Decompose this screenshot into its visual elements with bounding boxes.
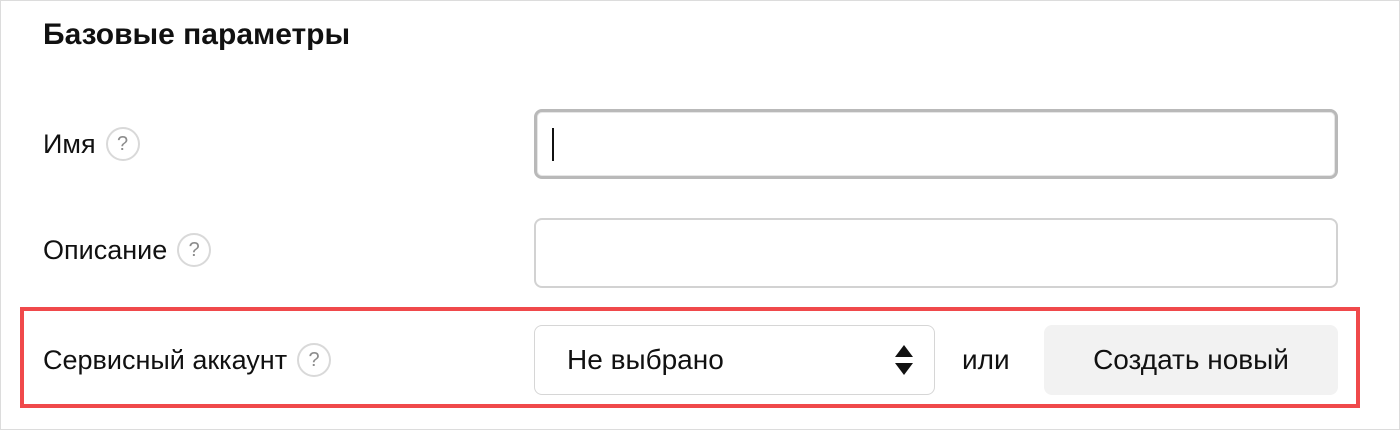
name-help-icon[interactable]: ? (105, 127, 140, 161)
description-input[interactable] (534, 218, 1338, 288)
service-account-select[interactable]: Не выбрано (534, 325, 935, 395)
name-label-row: Имя ? (43, 124, 140, 164)
create-new-button[interactable]: Создать новый (1044, 325, 1338, 395)
select-value: Не выбрано (567, 344, 724, 375)
service-account-label: Сервисный аккаунт (43, 344, 288, 375)
service-account-label-row: Сервисный аккаунт ? (43, 340, 332, 380)
settings-panel: Базовые параметры Имя ? Описание ? Серви… (0, 0, 1400, 430)
service-account-help-icon[interactable]: ? (297, 343, 332, 377)
sort-arrows-icon (895, 345, 913, 375)
name-input[interactable] (534, 109, 1338, 179)
text-caret (552, 128, 554, 161)
description-label-row: Описание ? (43, 230, 212, 270)
or-text: или (962, 344, 1010, 375)
description-help-icon[interactable]: ? (177, 233, 212, 267)
name-label: Имя (43, 128, 96, 159)
description-label: Описание (43, 234, 168, 265)
section-title: Базовые параметры (43, 18, 351, 51)
